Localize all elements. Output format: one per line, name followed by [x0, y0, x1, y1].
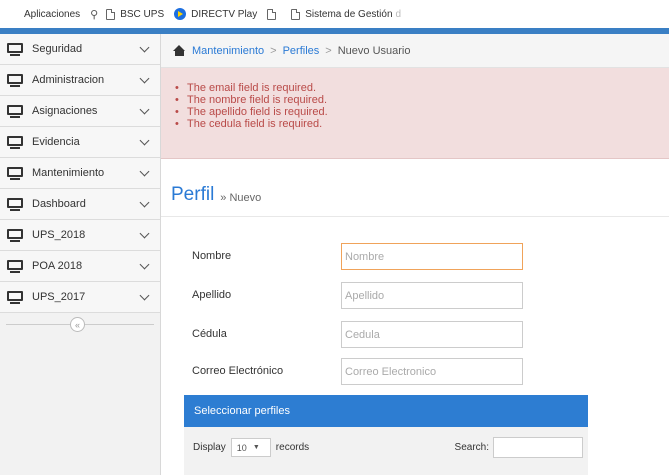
chevron-down-icon — [139, 166, 150, 177]
page-icon — [291, 8, 301, 20]
sidebar-item-label: UPS_2018 — [32, 229, 86, 241]
breadcrumb-mantenimiento[interactable]: Mantenimiento — [192, 45, 264, 57]
bookmark-blank[interactable] — [267, 8, 281, 20]
form-row-correo: Correo Electrónico — [161, 358, 669, 388]
sidebar-item-label: Seguridad — [32, 43, 83, 55]
page-icon — [267, 8, 277, 20]
monitor-icon — [6, 73, 24, 87]
records-length-control: Display 10 ▼ records — [193, 438, 309, 457]
chevron-down-icon — [139, 228, 150, 239]
form-row-nombre: Nombre — [161, 243, 669, 273]
main-content: Mantenimiento > Perfiles > Nuevo Usuario… — [161, 34, 669, 475]
monitor-icon — [6, 42, 24, 56]
sidebar-item-asignaciones[interactable]: Asignaciones — [0, 96, 160, 127]
bookmark-label: BSC UPS — [120, 8, 165, 20]
monitor-icon — [6, 197, 24, 211]
sidebar-item-label: UPS_2017 — [32, 291, 86, 303]
bookmark-bsc-ups[interactable]: BSC UPS — [106, 8, 165, 20]
home-icon[interactable] — [173, 45, 186, 56]
sidebar-item-label: Administracion — [32, 74, 105, 86]
email-field[interactable] — [341, 358, 523, 385]
breadcrumb: Mantenimiento > Perfiles > Nuevo Usuario — [161, 34, 669, 68]
search-label: Search: — [454, 442, 489, 453]
display-label: Display — [193, 442, 226, 453]
cedula-field[interactable] — [341, 321, 523, 348]
profiles-table-controls: Display 10 ▼ records Search: — [184, 427, 588, 475]
monitor-icon — [6, 135, 24, 149]
records-per-page-select[interactable]: 10 ▼ — [230, 438, 271, 457]
sidebar-item-seguridad[interactable]: Seguridad — [0, 34, 160, 65]
sidebar-item-label: Evidencia — [32, 136, 80, 148]
chevron-down-icon: ▼ — [252, 444, 260, 451]
profiles-panel-title: Seleccionar perfiles — [184, 395, 588, 427]
bookmark-overflow: d — [395, 8, 402, 20]
sidebar-item-label: Mantenimiento — [32, 167, 105, 179]
monitor-icon — [6, 290, 24, 304]
error-message: The nombre field is required. — [175, 94, 669, 106]
sidebar-item-label: Dashboard — [32, 198, 86, 210]
bookmarks-bar: Aplicaciones ⚲ BSC UPS DIRECTV Play Sist… — [0, 0, 669, 28]
breadcrumb-separator: > — [270, 44, 277, 57]
sidebar-item-label: POA 2018 — [32, 260, 83, 272]
error-message: The email field is required. — [175, 82, 669, 94]
table-search-input[interactable] — [493, 437, 583, 458]
error-message: The apellido field is required. — [175, 106, 669, 118]
bookmark-apps-label: Aplicaciones — [24, 8, 81, 20]
sidebar-collapse-row: « — [0, 313, 160, 335]
records-label: records — [275, 442, 310, 453]
sidebar-item-ups-2017[interactable]: UPS_2017 — [0, 282, 160, 313]
page-subtitle: » Nuevo — [220, 192, 262, 204]
search-icon[interactable]: ⚲ — [90, 8, 98, 21]
bookmark-directv[interactable]: DIRECTV Play — [174, 8, 257, 20]
sidebar-item-label: Asignaciones — [32, 105, 98, 117]
form-row-apellido: Apellido — [161, 282, 669, 312]
page-icon — [106, 8, 116, 20]
chevron-down-icon — [139, 42, 150, 53]
chevron-down-icon — [139, 197, 150, 208]
sidebar-item-dashboard[interactable]: Dashboard — [0, 189, 160, 220]
chevron-down-icon — [139, 290, 150, 301]
monitor-icon — [6, 259, 24, 273]
sidebar: Seguridad Administracion Asignaciones Ev… — [0, 34, 161, 475]
chevron-down-icon — [139, 104, 150, 115]
breadcrumb-separator: > — [325, 44, 332, 57]
sidebar-item-evidencia[interactable]: Evidencia — [0, 127, 160, 158]
nombre-label: Nombre — [192, 250, 232, 262]
monitor-icon — [6, 104, 24, 118]
sidebar-item-ups-2018[interactable]: UPS_2018 — [0, 220, 160, 251]
error-message: The cedula field is required. — [175, 118, 669, 130]
form-row-cedula: Cédula — [161, 321, 669, 351]
bookmark-apps[interactable]: Aplicaciones — [8, 9, 80, 20]
apellido-label: Apellido — [192, 289, 232, 301]
breadcrumb-current: Nuevo Usuario — [337, 44, 411, 57]
page-header: Perfil » Nuevo — [161, 159, 669, 217]
page-title: Perfil — [171, 184, 215, 205]
bookmark-label: DIRECTV Play — [191, 8, 258, 20]
sidebar-item-mantenimiento[interactable]: Mantenimiento — [0, 158, 160, 189]
monitor-icon — [6, 228, 24, 242]
directv-icon — [174, 8, 187, 20]
apellido-field[interactable] — [341, 282, 523, 309]
email-label: Correo Electrónico — [192, 365, 284, 377]
nombre-field[interactable] — [341, 243, 523, 270]
chevron-down-icon — [139, 259, 150, 270]
bookmark-sistema[interactable]: Sistema de Gestión d — [291, 8, 402, 20]
bookmark-label: Sistema de Gestión — [305, 8, 393, 20]
profiles-panel: Seleccionar perfiles Display 10 ▼ record… — [184, 395, 588, 475]
breadcrumb-perfiles[interactable]: Perfiles — [283, 45, 320, 57]
chevron-down-icon — [139, 73, 150, 84]
table-search: Search: — [455, 437, 583, 458]
apps-grid-icon — [8, 9, 19, 20]
chevron-down-icon — [139, 135, 150, 146]
records-per-page-value: 10 — [236, 442, 247, 453]
collapse-sidebar-icon[interactable]: « — [70, 317, 85, 332]
cedula-label: Cédula — [192, 328, 227, 340]
sidebar-item-administracion[interactable]: Administracion — [0, 65, 160, 96]
monitor-icon — [6, 166, 24, 180]
validation-errors-alert: The email field is required. The nombre … — [161, 68, 669, 159]
sidebar-item-poa-2018[interactable]: POA 2018 — [0, 251, 160, 282]
